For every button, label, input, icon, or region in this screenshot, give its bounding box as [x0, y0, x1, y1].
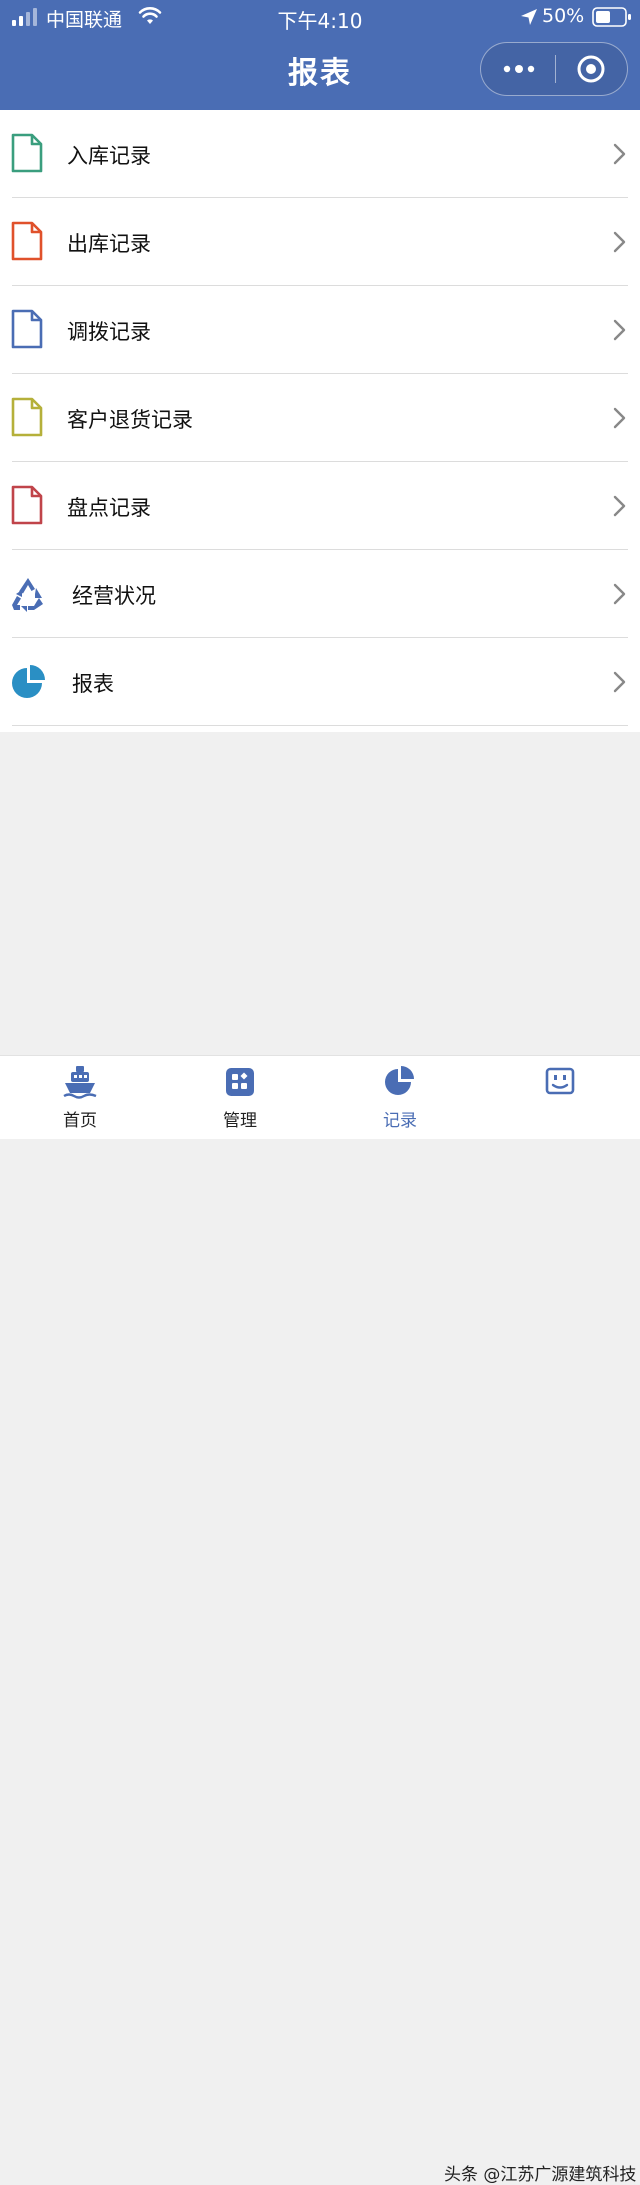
tab-label: 管理: [223, 1111, 257, 1131]
document-icon: [11, 221, 43, 261]
report-menu-list: 入库记录 出库记录 调拨记录 客户退货记录 盘点记录 经营状况 报表: [0, 110, 640, 732]
menu-item-label: 盘点记录: [67, 496, 151, 520]
smiley-box-icon: [545, 1067, 575, 1095]
ship-icon: [63, 1066, 97, 1099]
tab-profile[interactable]: [480, 1056, 640, 1139]
capsule-divider: [555, 55, 556, 83]
chevron-right-icon: [613, 583, 626, 605]
chevron-right-icon: [613, 231, 626, 253]
document-icon: [11, 133, 43, 173]
more-options-icon[interactable]: [499, 57, 539, 81]
menu-item-label: 出库记录: [67, 232, 151, 256]
pie-chart-icon: [12, 665, 45, 698]
battery-percent: 50%: [542, 5, 585, 27]
menu-item-transfer-records[interactable]: 调拨记录: [0, 286, 640, 374]
menu-item-inventory-check-records[interactable]: 盘点记录: [0, 462, 640, 550]
menu-item-label: 经营状况: [72, 584, 156, 608]
chevron-right-icon: [613, 495, 626, 517]
menu-item-inbound-records[interactable]: 入库记录: [0, 110, 640, 198]
watermark: 头条 @江苏广源建筑科技: [444, 2165, 637, 2185]
menu-item-label: 调拨记录: [67, 320, 151, 344]
grid-icon: [226, 1068, 254, 1096]
header: 中国联通 下午4:10 50% 报表: [0, 0, 640, 110]
chevron-right-icon: [613, 407, 626, 429]
tab-records[interactable]: 记录: [320, 1056, 480, 1139]
menu-item-label: 报表: [72, 672, 114, 696]
battery-icon: [592, 7, 631, 27]
tab-home[interactable]: 首页: [0, 1056, 160, 1139]
tab-label: 记录: [383, 1111, 417, 1131]
pie-chart-icon: [385, 1066, 414, 1095]
chevron-right-icon: [613, 319, 626, 341]
menu-item-business-status[interactable]: 经营状况: [0, 550, 640, 638]
bottom-tab-bar: 首页 管理 记录 头条 @江苏广源建筑科技: [0, 1055, 640, 2185]
tab-label: 首页: [63, 1111, 97, 1131]
status-bar: 中国联通 下午4:10 50%: [0, 0, 640, 34]
mini-program-capsule: [480, 42, 628, 96]
chevron-right-icon: [613, 143, 626, 165]
menu-item-reports[interactable]: 报表: [0, 638, 640, 726]
menu-item-outbound-records[interactable]: 出库记录: [0, 198, 640, 286]
chevron-right-icon: [613, 671, 626, 693]
document-icon: [11, 485, 43, 525]
menu-item-label: 入库记录: [67, 144, 151, 168]
menu-item-customer-return-records[interactable]: 客户退货记录: [0, 374, 640, 462]
menu-item-label: 客户退货记录: [67, 408, 193, 432]
divider: [12, 725, 628, 726]
recycle-icon: [12, 578, 43, 612]
tab-manage[interactable]: 管理: [160, 1056, 320, 1139]
close-target-icon[interactable]: [575, 53, 607, 85]
document-icon: [11, 309, 43, 349]
document-icon: [11, 397, 43, 437]
location-arrow-icon: [521, 9, 537, 25]
